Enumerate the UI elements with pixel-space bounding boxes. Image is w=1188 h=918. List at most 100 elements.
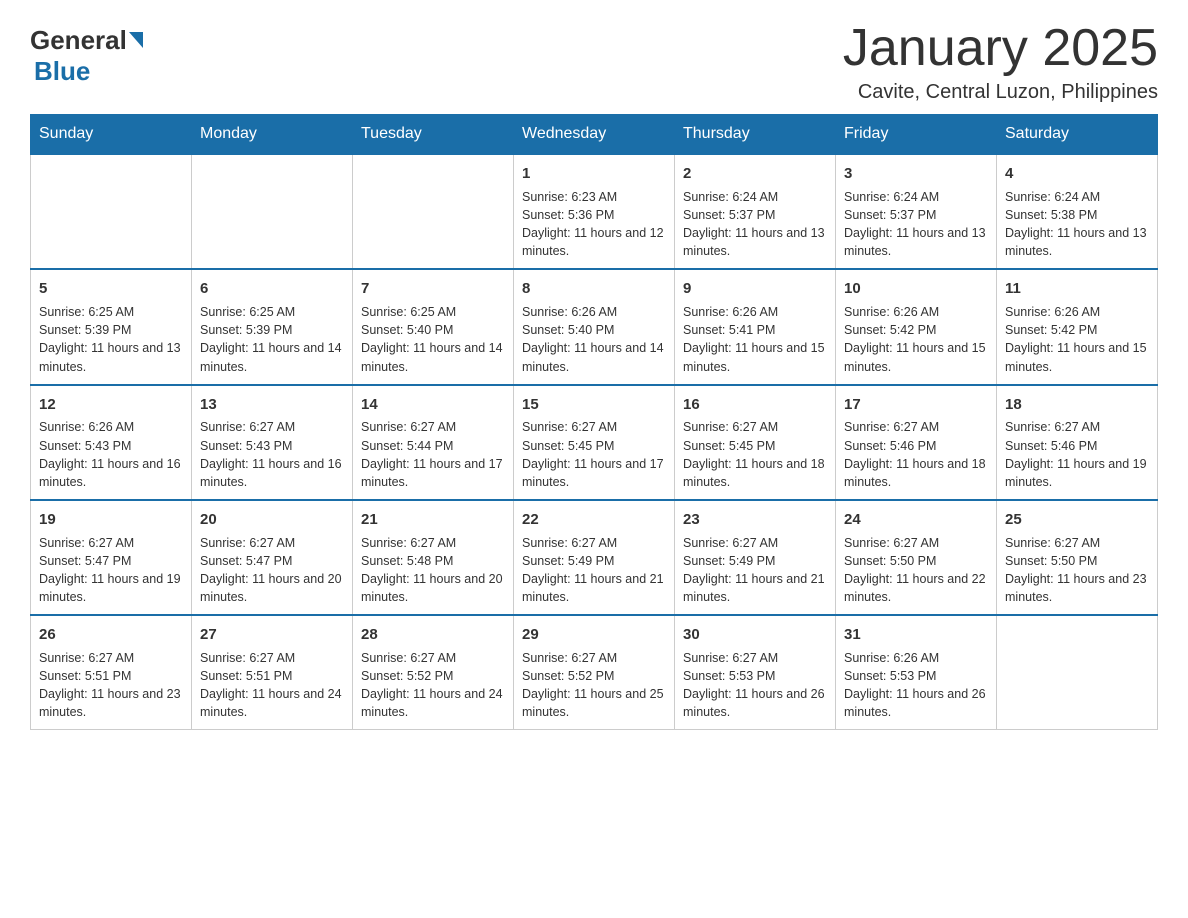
day-number: 15 xyxy=(522,394,666,416)
calendar-cell: 26 Sunrise: 6:27 AMSunset: 5:51 PMDayligh… xyxy=(31,615,192,730)
day-number: 10 xyxy=(844,278,988,300)
day-info: Sunrise: 6:25 AMSunset: 5:39 PMDaylight:… xyxy=(200,303,344,376)
day-info: Sunrise: 6:27 AMSunset: 5:43 PMDaylight:… xyxy=(200,418,344,491)
calendar-cell: 9 Sunrise: 6:26 AMSunset: 5:41 PMDaylight… xyxy=(675,269,836,384)
day-info: Sunrise: 6:27 AMSunset: 5:44 PMDaylight:… xyxy=(361,418,505,491)
day-number: 27 xyxy=(200,624,344,646)
calendar-cell: 10Sunrise: 6:26 AMSunset: 5:42 PMDayligh… xyxy=(836,269,997,384)
week-row-3: 12Sunrise: 6:26 AMSunset: 5:43 PMDayligh… xyxy=(31,385,1158,500)
day-number: 26 xyxy=(39,624,183,646)
day-number: 29 xyxy=(522,624,666,646)
calendar-cell: 29 Sunrise: 6:27 AMSunset: 5:52 PMDayligh… xyxy=(514,615,675,730)
day-info: Sunrise: 6:27 AMSunset: 5:47 PMDaylight:… xyxy=(39,534,183,607)
page-header: General Blue January 2025 Cavite, Centra… xyxy=(30,20,1158,104)
day-info: Sunrise: 6:26 AMSunset: 5:42 PMDaylight:… xyxy=(1005,303,1149,376)
day-number: 13 xyxy=(200,394,344,416)
day-number: 20 xyxy=(200,509,344,531)
day-info: Sunrise: 6:25 AMSunset: 5:39 PMDaylight:… xyxy=(39,303,183,376)
day-info: Sunrise: 6:27 AMSunset: 5:46 PMDaylight:… xyxy=(844,418,988,491)
day-info: Sunrise: 6:24 AMSunset: 5:38 PMDaylight:… xyxy=(1005,188,1149,261)
day-number: 24 xyxy=(844,509,988,531)
day-number: 16 xyxy=(683,394,827,416)
day-number: 1 xyxy=(522,163,666,185)
column-header-tuesday: Tuesday xyxy=(353,115,514,155)
week-row-4: 19 Sunrise: 6:27 AMSunset: 5:47 PMDayligh… xyxy=(31,500,1158,615)
calendar-cell: 16Sunrise: 6:27 AMSunset: 5:45 PMDayligh… xyxy=(675,385,836,500)
day-number: 11 xyxy=(1005,278,1149,300)
day-number: 8 xyxy=(522,278,666,300)
calendar-cell: 18Sunrise: 6:27 AMSunset: 5:46 PMDayligh… xyxy=(997,385,1158,500)
week-row-5: 26 Sunrise: 6:27 AMSunset: 5:51 PMDayligh… xyxy=(31,615,1158,730)
day-info: Sunrise: 6:27 AMSunset: 5:51 PMDaylight:… xyxy=(39,649,183,722)
column-header-sunday: Sunday xyxy=(31,115,192,155)
day-info: Sunrise: 6:26 AMSunset: 5:41 PMDaylight:… xyxy=(683,303,827,376)
calendar-cell: 30 Sunrise: 6:27 AMSunset: 5:53 PMDayligh… xyxy=(675,615,836,730)
day-number: 12 xyxy=(39,394,183,416)
day-info: Sunrise: 6:26 AMSunset: 5:43 PMDaylight:… xyxy=(39,418,183,491)
day-number: 2 xyxy=(683,163,827,185)
calendar-cell: 13Sunrise: 6:27 AMSunset: 5:43 PMDayligh… xyxy=(192,385,353,500)
day-info: Sunrise: 6:27 AMSunset: 5:45 PMDaylight:… xyxy=(683,418,827,491)
calendar-cell: 11 Sunrise: 6:26 AMSunset: 5:42 PMDayligh… xyxy=(997,269,1158,384)
day-number: 28 xyxy=(361,624,505,646)
day-info: Sunrise: 6:27 AMSunset: 5:49 PMDaylight:… xyxy=(522,534,666,607)
day-info: Sunrise: 6:27 AMSunset: 5:52 PMDaylight:… xyxy=(361,649,505,722)
calendar-cell: 1 Sunrise: 6:23 AMSunset: 5:36 PMDaylight… xyxy=(514,154,675,269)
calendar-cell: 22 Sunrise: 6:27 AMSunset: 5:49 PMDayligh… xyxy=(514,500,675,615)
calendar-cell: 24 Sunrise: 6:27 AMSunset: 5:50 PMDayligh… xyxy=(836,500,997,615)
calendar-cell xyxy=(31,154,192,269)
calendar-cell: 19 Sunrise: 6:27 AMSunset: 5:47 PMDayligh… xyxy=(31,500,192,615)
day-number: 4 xyxy=(1005,163,1149,185)
location-subtitle: Cavite, Central Luzon, Philippines xyxy=(843,81,1158,104)
day-info: Sunrise: 6:27 AMSunset: 5:49 PMDaylight:… xyxy=(683,534,827,607)
day-number: 30 xyxy=(683,624,827,646)
calendar-cell: 15Sunrise: 6:27 AMSunset: 5:45 PMDayligh… xyxy=(514,385,675,500)
month-year-title: January 2025 xyxy=(843,20,1158,77)
week-row-2: 5 Sunrise: 6:25 AMSunset: 5:39 PMDaylight… xyxy=(31,269,1158,384)
day-number: 25 xyxy=(1005,509,1149,531)
day-info: Sunrise: 6:24 AMSunset: 5:37 PMDaylight:… xyxy=(683,188,827,261)
calendar-cell: 12Sunrise: 6:26 AMSunset: 5:43 PMDayligh… xyxy=(31,385,192,500)
day-info: Sunrise: 6:23 AMSunset: 5:36 PMDaylight:… xyxy=(522,188,666,261)
day-info: Sunrise: 6:27 AMSunset: 5:50 PMDaylight:… xyxy=(844,534,988,607)
logo-general-text: General xyxy=(30,25,127,56)
calendar-cell: 23 Sunrise: 6:27 AMSunset: 5:49 PMDayligh… xyxy=(675,500,836,615)
day-number: 14 xyxy=(361,394,505,416)
calendar-cell: 31 Sunrise: 6:26 AMSunset: 5:53 PMDayligh… xyxy=(836,615,997,730)
logo: General Blue xyxy=(30,25,143,87)
logo-arrow-icon xyxy=(129,32,143,48)
day-number: 23 xyxy=(683,509,827,531)
calendar-cell: 28 Sunrise: 6:27 AMSunset: 5:52 PMDayligh… xyxy=(353,615,514,730)
day-info: Sunrise: 6:25 AMSunset: 5:40 PMDaylight:… xyxy=(361,303,505,376)
column-header-wednesday: Wednesday xyxy=(514,115,675,155)
calendar-header-row: SundayMondayTuesdayWednesdayThursdayFrid… xyxy=(31,115,1158,155)
day-number: 31 xyxy=(844,624,988,646)
day-info: Sunrise: 6:27 AMSunset: 5:53 PMDaylight:… xyxy=(683,649,827,722)
day-number: 19 xyxy=(39,509,183,531)
day-info: Sunrise: 6:26 AMSunset: 5:40 PMDaylight:… xyxy=(522,303,666,376)
day-info: Sunrise: 6:27 AMSunset: 5:51 PMDaylight:… xyxy=(200,649,344,722)
day-number: 6 xyxy=(200,278,344,300)
title-area: January 2025 Cavite, Central Luzon, Phil… xyxy=(843,20,1158,104)
day-number: 3 xyxy=(844,163,988,185)
calendar-cell: 21Sunrise: 6:27 AMSunset: 5:48 PMDayligh… xyxy=(353,500,514,615)
day-number: 22 xyxy=(522,509,666,531)
day-info: Sunrise: 6:26 AMSunset: 5:53 PMDaylight:… xyxy=(844,649,988,722)
column-header-saturday: Saturday xyxy=(997,115,1158,155)
calendar-cell xyxy=(353,154,514,269)
calendar-cell xyxy=(192,154,353,269)
day-number: 18 xyxy=(1005,394,1149,416)
day-number: 17 xyxy=(844,394,988,416)
day-info: Sunrise: 6:27 AMSunset: 5:48 PMDaylight:… xyxy=(361,534,505,607)
calendar-cell: 6 Sunrise: 6:25 AMSunset: 5:39 PMDaylight… xyxy=(192,269,353,384)
day-number: 9 xyxy=(683,278,827,300)
calendar-cell: 27 Sunrise: 6:27 AMSunset: 5:51 PMDayligh… xyxy=(192,615,353,730)
day-info: Sunrise: 6:27 AMSunset: 5:46 PMDaylight:… xyxy=(1005,418,1149,491)
week-row-1: 1 Sunrise: 6:23 AMSunset: 5:36 PMDaylight… xyxy=(31,154,1158,269)
calendar-cell: 25Sunrise: 6:27 AMSunset: 5:50 PMDayligh… xyxy=(997,500,1158,615)
day-info: Sunrise: 6:27 AMSunset: 5:52 PMDaylight:… xyxy=(522,649,666,722)
calendar-cell: 3Sunrise: 6:24 AMSunset: 5:37 PMDaylight… xyxy=(836,154,997,269)
calendar-cell: 8 Sunrise: 6:26 AMSunset: 5:40 PMDaylight… xyxy=(514,269,675,384)
calendar-cell: 20Sunrise: 6:27 AMSunset: 5:47 PMDayligh… xyxy=(192,500,353,615)
day-number: 5 xyxy=(39,278,183,300)
